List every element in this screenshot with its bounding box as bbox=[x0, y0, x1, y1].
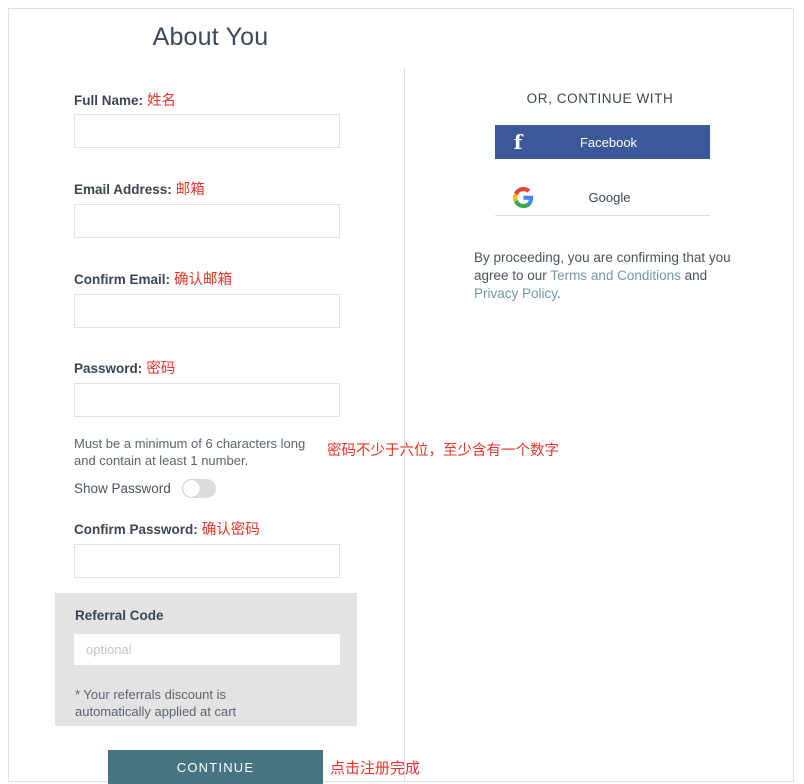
social-heading: OR, CONTINUE WITH bbox=[526, 91, 674, 106]
registration-card: About You Full Name: 姓名 Email Address: 邮箱 … bbox=[8, 8, 795, 784]
label-password-text: Password: bbox=[74, 361, 143, 376]
privacy-policy-link[interactable]: Privacy Policy bbox=[474, 286, 557, 301]
label-full-name-text: Full Name: bbox=[74, 93, 144, 108]
show-password-row[interactable]: Show Password bbox=[74, 479, 216, 498]
registration-form: Full Name: 姓名 Email Address: 邮箱 Confirm Em… bbox=[9, 9, 559, 784]
confirm-password-input[interactable] bbox=[74, 544, 340, 578]
label-confirm-email-annotation: 确认邮箱 bbox=[174, 272, 233, 288]
facebook-button-label: Facebook bbox=[579, 134, 638, 150]
label-full-name: Full Name: 姓名 bbox=[74, 89, 176, 110]
toggle-knob bbox=[182, 480, 200, 497]
show-password-toggle[interactable] bbox=[181, 479, 216, 498]
label-email-address: Email Address: 邮箱 bbox=[74, 178, 205, 199]
label-full-name-annotation: 姓名 bbox=[147, 93, 177, 109]
show-password-label: Show Password bbox=[74, 481, 171, 496]
label-password-annotation: 密码 bbox=[146, 361, 176, 377]
google-signup-button[interactable]: Google bbox=[495, 180, 710, 216]
label-confirm-email: Confirm Email: 确认邮箱 bbox=[74, 268, 232, 289]
social-signup-panel: OR, CONTINUE WITH f Facebook Google By p… bbox=[405, 9, 795, 783]
label-confirm-password: Confirm Password: 确认密码 bbox=[74, 518, 260, 539]
password-input[interactable] bbox=[74, 383, 340, 417]
legal-text-part3: . bbox=[557, 286, 561, 301]
label-confirm-password-annotation: 确认密码 bbox=[201, 522, 260, 538]
google-button-label: Google bbox=[588, 190, 631, 205]
facebook-icon: f bbox=[513, 130, 523, 154]
terms-and-conditions-link[interactable]: Terms and Conditions bbox=[550, 268, 681, 283]
referral-code-section: Referral Code * Your referrals discount … bbox=[55, 593, 357, 726]
continue-button[interactable]: CONTINUE bbox=[108, 750, 323, 784]
password-hint: Must be a minimum of 6 characters long a… bbox=[74, 436, 306, 468]
label-password: Password: 密码 bbox=[74, 357, 175, 378]
referral-code-title: Referral Code bbox=[75, 608, 164, 623]
confirm-email-input[interactable] bbox=[74, 294, 340, 328]
full-name-input[interactable] bbox=[74, 114, 340, 148]
legal-text-part2: and bbox=[680, 268, 708, 283]
label-email-address-annotation: 邮箱 bbox=[175, 182, 205, 198]
email-address-input[interactable] bbox=[74, 204, 340, 238]
referral-code-input[interactable] bbox=[74, 634, 340, 665]
facebook-signup-button[interactable]: f Facebook bbox=[495, 125, 710, 159]
legal-disclaimer: By proceeding, you are confirming that y… bbox=[474, 249, 746, 303]
label-confirm-email-text: Confirm Email: bbox=[74, 272, 171, 287]
referral-code-note: * Your referrals discount is automatical… bbox=[75, 687, 237, 719]
label-email-address-text: Email Address: bbox=[74, 182, 172, 197]
google-icon bbox=[501, 187, 545, 208]
label-confirm-password-text: Confirm Password: bbox=[74, 522, 198, 537]
